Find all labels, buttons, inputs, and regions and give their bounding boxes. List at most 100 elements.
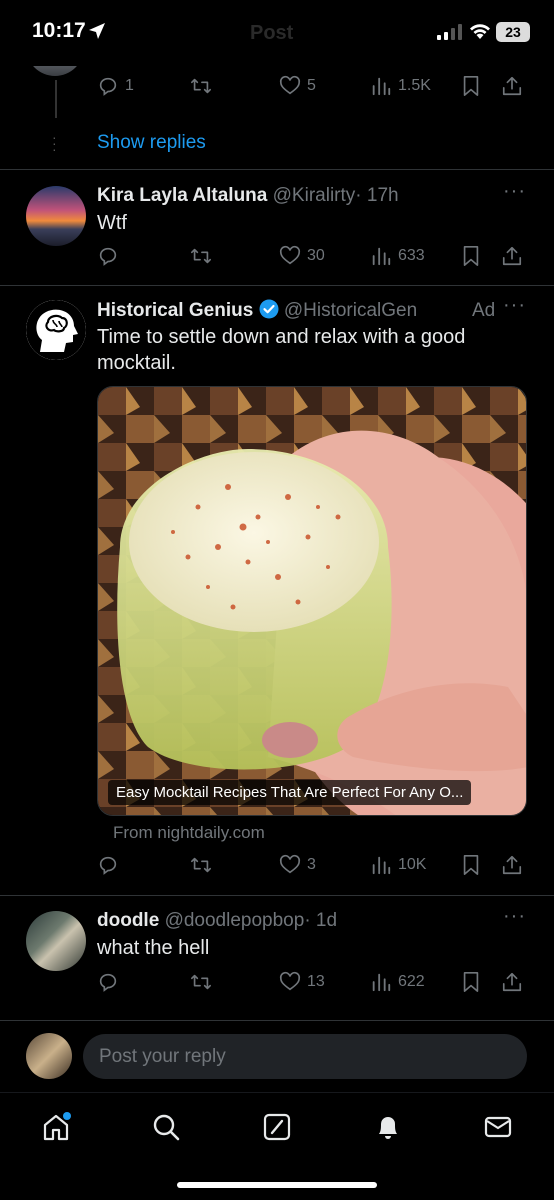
- repost-icon: [191, 974, 211, 990]
- action-row: 30 633: [97, 242, 527, 270]
- reply-icon: [99, 856, 117, 875]
- timestamp: · 17h: [355, 185, 399, 206]
- username[interactable]: @HistoricalGen: [284, 300, 417, 321]
- signal-icon: [437, 24, 462, 40]
- share-button[interactable]: [501, 968, 523, 996]
- username[interactable]: @Kiralirty: [273, 185, 356, 206]
- grok-icon: [263, 1113, 291, 1141]
- divider: [0, 285, 554, 286]
- like-count: 3: [307, 856, 316, 873]
- display-name[interactable]: Historical Genius: [97, 300, 253, 321]
- messages-icon: [484, 1116, 512, 1138]
- show-replies-link[interactable]: Show replies: [97, 132, 206, 154]
- tweet-text: Wtf: [97, 212, 127, 234]
- bookmark-icon: [463, 76, 479, 96]
- reply-icon: [99, 77, 117, 96]
- like-count: 5: [307, 77, 316, 94]
- share-icon: [502, 246, 522, 266]
- share-button[interactable]: [501, 72, 523, 100]
- more-options-icon[interactable]: ···: [503, 294, 526, 317]
- bookmark-button[interactable]: [461, 242, 481, 270]
- battery-indicator: 23: [496, 22, 530, 42]
- views-button[interactable]: 633: [370, 242, 425, 270]
- views-count: 1.5K: [398, 77, 431, 94]
- bookmark-icon: [463, 246, 479, 266]
- tab-notifications[interactable]: [368, 1107, 408, 1147]
- views-button[interactable]: 622: [370, 968, 425, 996]
- avatar[interactable]: [26, 186, 86, 246]
- repost-icon: [191, 248, 211, 264]
- tab-search[interactable]: [146, 1107, 186, 1147]
- my-avatar[interactable]: [26, 1033, 72, 1079]
- reply-icon: [99, 247, 117, 266]
- repost-icon: [191, 78, 211, 94]
- username[interactable]: @doodlepopbop: [165, 910, 305, 931]
- heart-icon: [279, 245, 301, 265]
- more-options-icon[interactable]: ···: [503, 905, 526, 928]
- repost-button[interactable]: [189, 242, 219, 270]
- tab-grok[interactable]: [257, 1107, 297, 1147]
- views-icon: [372, 77, 391, 96]
- avatar[interactable]: [26, 300, 86, 360]
- home-icon: [43, 1112, 71, 1141]
- thread-line: [55, 80, 57, 118]
- bookmark-button[interactable]: [461, 968, 481, 996]
- heart-icon: [279, 75, 301, 95]
- media-caption[interactable]: Easy Mocktail Recipes That Are Perfect F…: [108, 780, 472, 805]
- repost-button[interactable]: [189, 72, 219, 100]
- reply-icon: [99, 973, 117, 992]
- heart-icon: [279, 854, 301, 874]
- bookmark-button[interactable]: [461, 72, 481, 100]
- wifi-icon: [470, 24, 490, 39]
- search-icon: [153, 1114, 180, 1141]
- tab-messages[interactable]: [478, 1107, 518, 1147]
- reply-button[interactable]: 1: [97, 72, 134, 100]
- reply-input[interactable]: Post your reply: [83, 1034, 527, 1079]
- timestamp: · 1d: [304, 910, 338, 931]
- clock: 10:17: [32, 19, 86, 42]
- tweet-header: Kira Layla Altaluna @Kiralirty· 17h: [97, 185, 399, 207]
- reply-button[interactable]: [97, 968, 125, 996]
- like-button[interactable]: 5: [279, 72, 316, 100]
- ad-source-link[interactable]: From nightdaily.com: [113, 823, 265, 843]
- bookmark-button[interactable]: [461, 851, 481, 879]
- verified-badge-icon: [259, 299, 279, 319]
- thread-dots: · · ·: [52, 129, 57, 157]
- display-name[interactable]: doodle: [97, 910, 159, 931]
- divider: [0, 895, 554, 896]
- share-button[interactable]: [501, 242, 523, 270]
- display-name[interactable]: Kira Layla Altaluna: [97, 185, 267, 206]
- repost-button[interactable]: [189, 851, 219, 879]
- ad-media-card[interactable]: Easy Mocktail Recipes That Are Perfect F…: [97, 386, 527, 816]
- like-button[interactable]: 3: [279, 851, 316, 879]
- share-button[interactable]: [501, 851, 523, 879]
- home-indicator: [177, 1182, 377, 1188]
- views-icon: [372, 247, 391, 266]
- heart-icon: [279, 971, 301, 991]
- tweet-header: Historical Genius @HistoricalGen: [97, 299, 417, 322]
- views-button[interactable]: 1.5K: [370, 72, 431, 100]
- reply-button[interactable]: [97, 851, 125, 879]
- repost-icon: [191, 857, 211, 873]
- share-icon: [502, 76, 522, 96]
- bookmark-icon: [463, 855, 479, 875]
- location-arrow-icon: [89, 23, 105, 39]
- views-icon: [372, 856, 391, 875]
- avatar[interactable]: [26, 911, 86, 971]
- like-button[interactable]: 30: [279, 242, 325, 270]
- tweet-text: Time to settle down and relax with a goo…: [97, 326, 466, 374]
- share-icon: [502, 855, 522, 875]
- reply-button[interactable]: [97, 242, 125, 270]
- ad-label: Ad: [472, 300, 496, 321]
- tweet-header: doodle @doodlepopbop· 1d: [97, 910, 337, 932]
- like-count: 30: [307, 247, 325, 264]
- action-row: 3 10K: [97, 851, 527, 879]
- repost-button[interactable]: [189, 968, 219, 996]
- reply-count: 1: [125, 77, 134, 94]
- like-button[interactable]: 13: [279, 968, 325, 996]
- views-button[interactable]: 10K: [370, 851, 426, 879]
- more-options-icon[interactable]: ···: [503, 180, 526, 203]
- tab-home[interactable]: [36, 1107, 76, 1147]
- views-count: 622: [398, 973, 425, 990]
- reply-composer-bar: Post your reply: [0, 1020, 554, 1092]
